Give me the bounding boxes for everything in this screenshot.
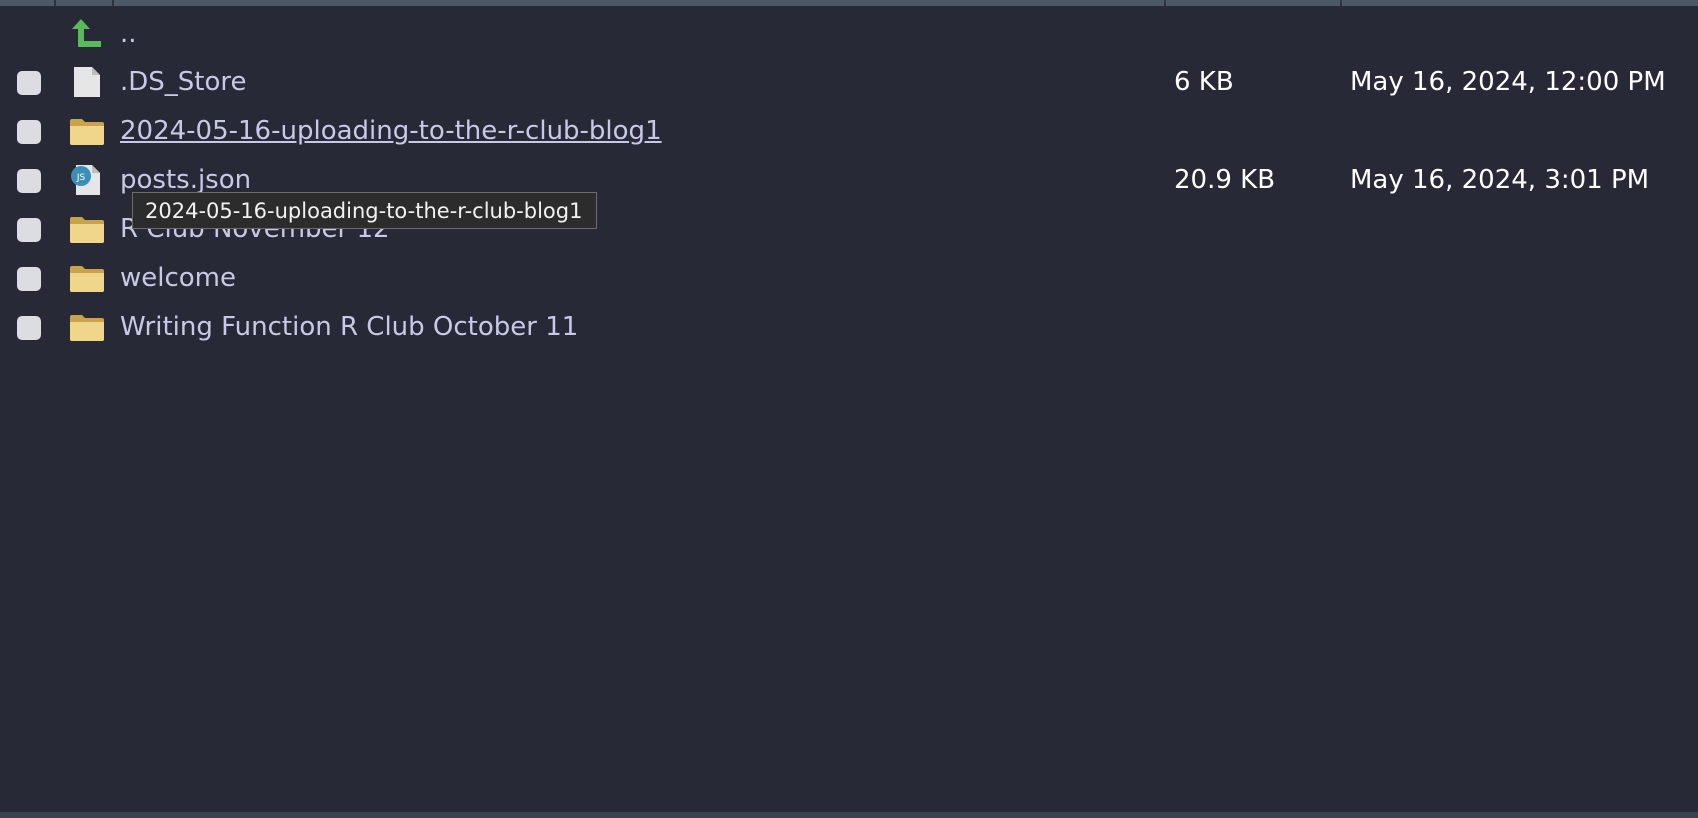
folder-icon [68,259,106,297]
svg-text:JS: JS [76,173,86,183]
folder-name-link[interactable]: welcome [120,262,236,294]
file-row[interactable]: .DS_Store 6 KB May 16, 2024, 12:00 PM [0,58,1698,107]
row-checkbox[interactable] [17,218,41,242]
column-divider[interactable] [1340,0,1342,6]
up-arrow-icon[interactable] [68,15,106,53]
row-checkbox[interactable] [17,71,41,95]
file-modified: May 16, 2024, 3:01 PM [1350,165,1650,195]
row-checkbox[interactable] [17,316,41,340]
folder-row[interactable]: Writing Function R Club October 11 [0,303,1698,352]
bottom-border [0,812,1698,818]
folder-icon [68,210,106,248]
parent-directory-row[interactable]: .. [0,10,1698,59]
folder-name-link[interactable]: 2024-05-16-uploading-to-the-r-club-blog1 [120,115,662,147]
column-divider[interactable] [112,0,114,6]
column-divider[interactable] [54,0,56,6]
column-divider[interactable] [1164,0,1166,6]
folder-row[interactable]: welcome [0,254,1698,303]
row-checkbox[interactable] [17,169,41,193]
parent-directory-link[interactable]: .. [120,18,137,50]
column-header-bar[interactable] [0,0,1698,6]
folder-icon [68,308,106,346]
file-icon [68,63,106,101]
files-pane: .. .DS_Store 6 KB May 16, 2024, 12:00 PM… [0,0,1698,818]
row-checkbox[interactable] [17,120,41,144]
folder-icon [68,112,106,150]
file-modified: May 16, 2024, 12:00 PM [1350,67,1666,97]
file-size: 20.9 KB [1174,165,1276,195]
json-file-icon: JS [68,161,106,199]
file-size: 6 KB [1174,67,1234,97]
file-name-link[interactable]: .DS_Store [120,66,247,98]
folder-name-link[interactable]: Writing Function R Club October 11 [120,311,578,343]
hover-tooltip: 2024-05-16-uploading-to-the-r-club-blog1 [132,192,598,229]
folder-row[interactable]: 2024-05-16-uploading-to-the-r-club-blog1 [0,107,1698,156]
row-checkbox[interactable] [17,267,41,291]
